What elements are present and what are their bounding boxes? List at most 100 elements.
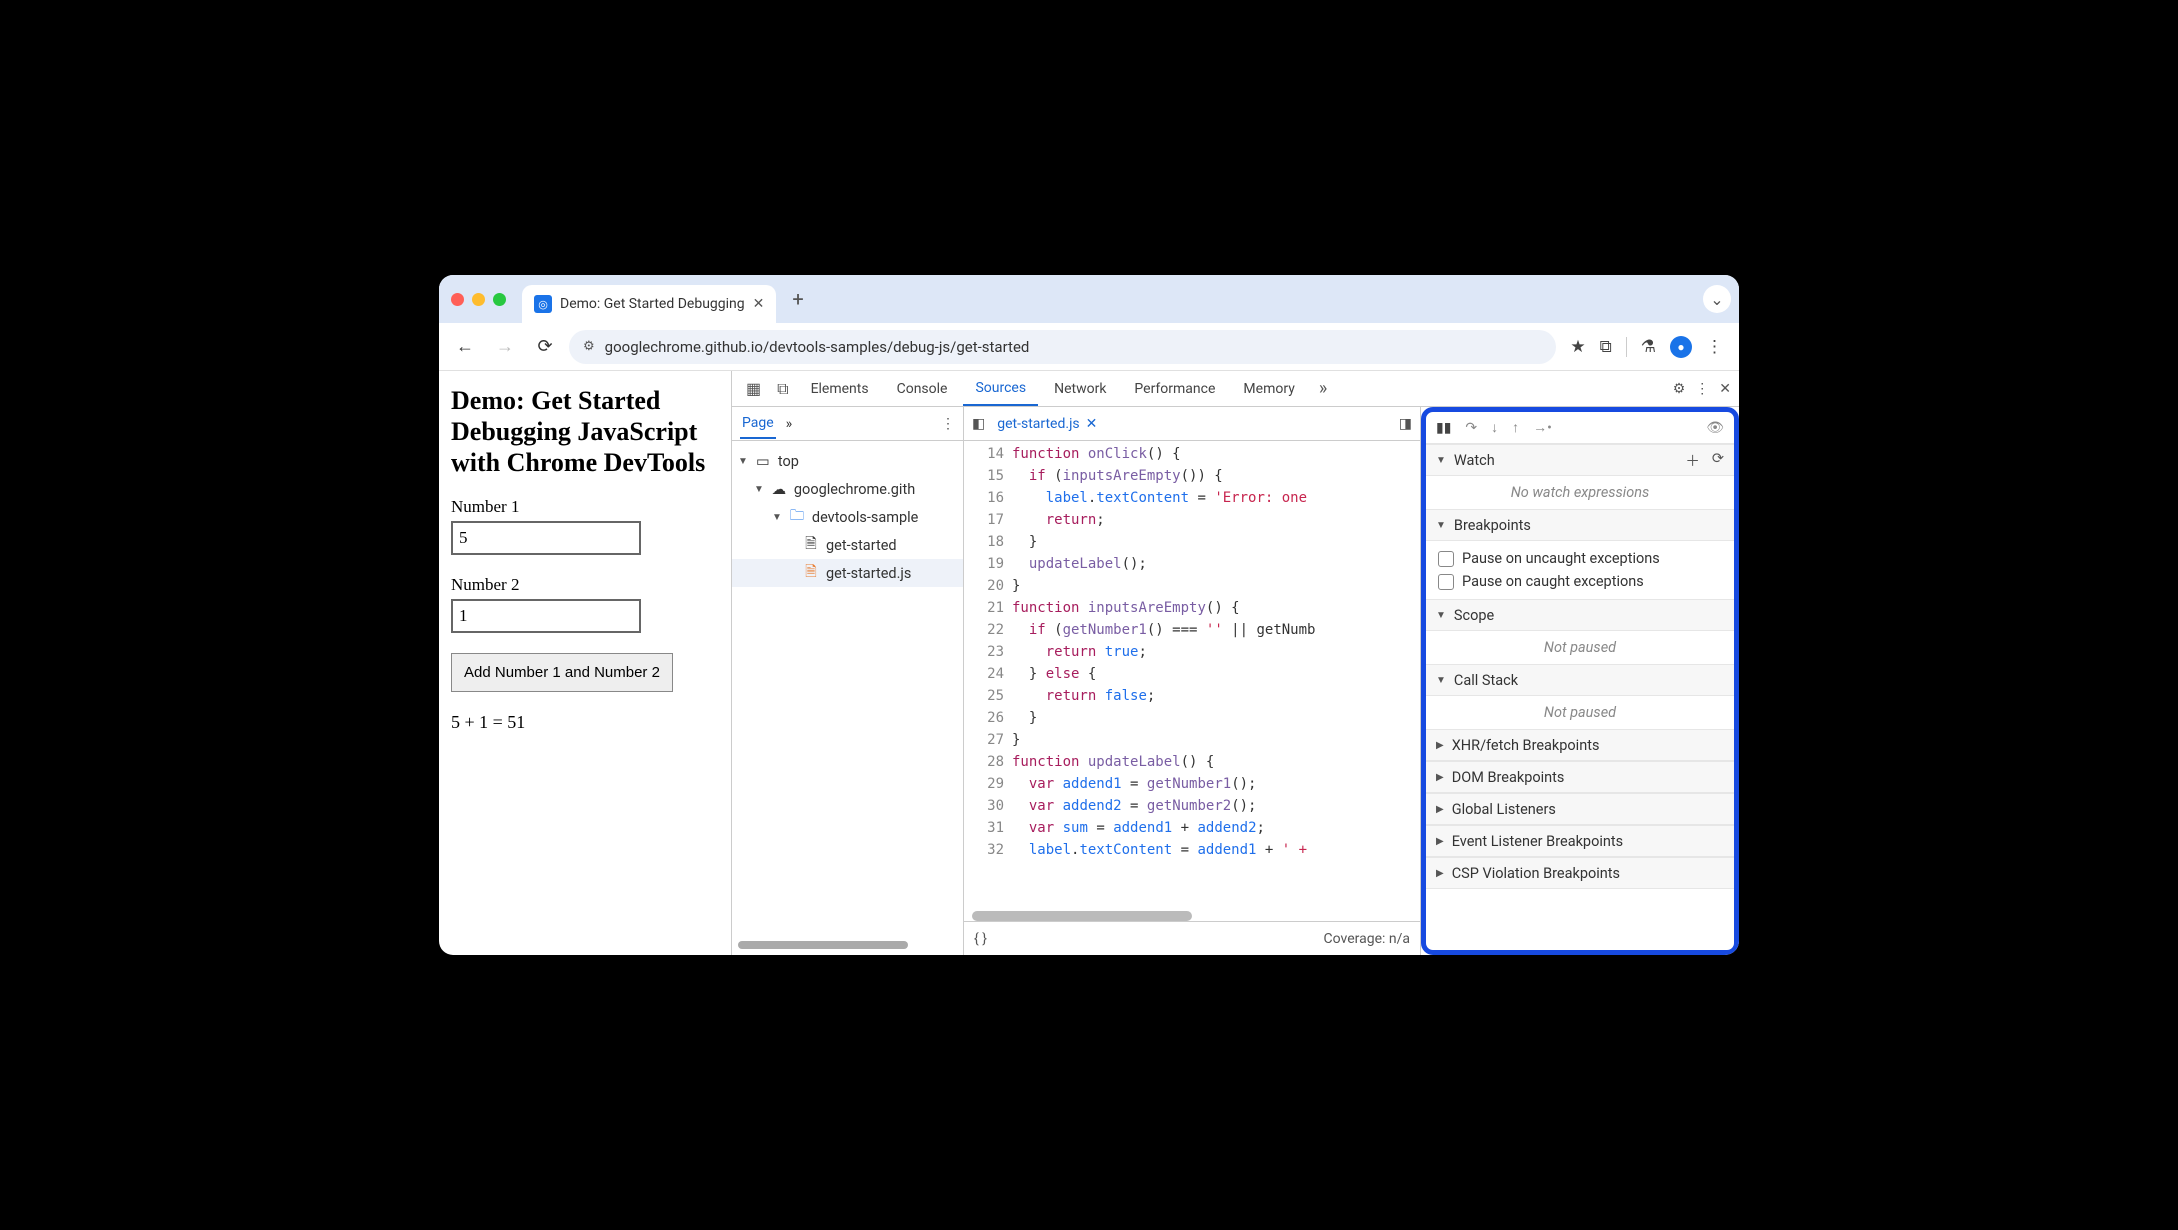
step-out-icon[interactable]: ↑ <box>1512 419 1519 436</box>
chevron-right-icon: ▶ <box>1436 868 1444 879</box>
collapsed-section[interactable]: ▶ CSP Violation Breakpoints <box>1426 857 1734 889</box>
navigator-menu-icon[interactable]: ⋮ <box>941 416 955 432</box>
tree-folder[interactable]: ▼ 🗀 devtools-sample <box>732 503 963 531</box>
collapsed-section[interactable]: ▶Global Listeners <box>1426 793 1734 825</box>
devtools-menu-icon[interactable]: ⋮ <box>1695 381 1709 397</box>
chevron-down-icon: ▼ <box>1436 675 1446 686</box>
tab-sources[interactable]: Sources <box>963 372 1038 406</box>
tab-performance[interactable]: Performance <box>1122 373 1227 405</box>
add-button[interactable]: Add Number 1 and Number 2 <box>451 653 673 692</box>
pause-caught-checkbox[interactable]: Pause on caught exceptions <box>1438 570 1722 593</box>
address-bar: ← → ⟳ ⚙ googlechrome.github.io/devtools-… <box>439 323 1739 371</box>
pause-caught-label: Pause on caught exceptions <box>1462 573 1644 590</box>
folder-icon: 🗀 <box>788 508 806 526</box>
navigator-tab-page[interactable]: Page <box>740 409 776 439</box>
section-title: CSP Violation Breakpoints <box>1452 865 1620 882</box>
toggle-debugger-icon[interactable]: ◨ <box>1399 416 1412 432</box>
section-title: XHR/fetch Breakpoints <box>1452 737 1600 754</box>
scope-header[interactable]: ▼ Scope <box>1426 599 1734 631</box>
collapsed-section[interactable]: ▶ XHR/fetch Breakpoints <box>1426 729 1734 761</box>
step-into-icon[interactable]: ↓ <box>1491 419 1498 436</box>
chevron-right-icon: ▶ <box>1436 740 1444 751</box>
watch-header[interactable]: ▼ Watch ＋ ⟳ <box>1426 444 1734 476</box>
bookmark-star-icon[interactable]: ★ <box>1570 337 1585 357</box>
back-button[interactable]: ← <box>449 331 481 363</box>
window-maximize[interactable] <box>493 293 506 306</box>
editor-pane: ◧ get-started.js ✕ ◨ 14 15 16 17 18 19 2… <box>964 407 1421 955</box>
labs-icon[interactable]: ⚗ <box>1641 337 1656 357</box>
breakpoints-header[interactable]: ▼ Breakpoints <box>1426 509 1734 541</box>
input-number-1[interactable] <box>451 521 641 555</box>
scope-title: Scope <box>1454 607 1494 624</box>
forward-button[interactable]: → <box>489 331 521 363</box>
collapsed-section[interactable]: ▶ DOM Breakpoints <box>1426 761 1734 793</box>
toggle-navigator-icon[interactable]: ◧ <box>972 416 985 432</box>
refresh-watch-icon[interactable]: ⟳ <box>1712 450 1724 471</box>
input-number-2[interactable] <box>451 599 641 633</box>
tree-top[interactable]: ▼ ▭ top <box>732 447 963 475</box>
window-close[interactable] <box>451 293 464 306</box>
tree-file-js[interactable]: 🗎 get-started.js <box>732 559 963 587</box>
checkbox-icon <box>1438 574 1454 590</box>
tab-memory[interactable]: Memory <box>1231 373 1306 405</box>
chevron-right-icon: ▶ <box>1436 772 1444 783</box>
chevron-right-icon: ▶ <box>1436 804 1444 815</box>
pause-icon[interactable]: ▮▮ <box>1436 420 1451 436</box>
chevron-down-icon: ▼ <box>1436 520 1446 531</box>
tree-domain[interactable]: ▼ ☁ googlechrome.gith <box>732 475 963 503</box>
disclosure-triangle-icon: ▼ <box>772 512 782 523</box>
omnibox[interactable]: ⚙ googlechrome.github.io/devtools-sample… <box>569 330 1556 364</box>
device-toolbar-icon[interactable]: ⧉ <box>771 379 794 399</box>
browser-tab[interactable]: ◎ Demo: Get Started Debugging ✕ <box>522 285 776 323</box>
tree-domain-label: googlechrome.gith <box>794 481 915 498</box>
code-editor[interactable]: 14 15 16 17 18 19 20 21 22 23 24 25 26 2… <box>964 441 1420 911</box>
tab-title: Demo: Get Started Debugging <box>560 296 745 312</box>
devtools-close-icon[interactable]: ✕ <box>1719 381 1731 397</box>
tab-overflow-button[interactable]: ⌄ <box>1703 285 1731 313</box>
navigator-scrollbar[interactable] <box>738 941 908 949</box>
editor-tab-file[interactable]: get-started.js ✕ <box>997 416 1097 432</box>
tree-file-html-label: get-started <box>826 537 897 554</box>
navigator-overflow-icon[interactable]: » <box>786 416 793 432</box>
pause-uncaught-label: Pause on uncaught exceptions <box>1462 550 1660 567</box>
devtools: ▦ ⧉ Elements Console Sources Network Per… <box>732 371 1739 955</box>
settings-gear-icon[interactable]: ⚙ <box>1673 381 1686 397</box>
callstack-header[interactable]: ▼ Call Stack <box>1426 664 1734 696</box>
add-watch-icon[interactable]: ＋ <box>1685 450 1700 471</box>
section-title: Event Listener Breakpoints <box>1452 833 1623 850</box>
extensions-icon[interactable]: ⧉ <box>1600 337 1612 357</box>
deactivate-breakpoints-icon[interactable]: 👁 <box>1706 420 1724 436</box>
tree-file-html[interactable]: 🗎 get-started <box>732 531 963 559</box>
breakpoints-title: Breakpoints <box>1454 517 1531 534</box>
file-tree: ▼ ▭ top ▼ ☁ googlechrome.gith ▼ 🗀 d <box>732 441 963 593</box>
pause-uncaught-checkbox[interactable]: Pause on uncaught exceptions <box>1438 547 1722 570</box>
site-settings-icon[interactable]: ⚙ <box>583 339 595 354</box>
tab-elements[interactable]: Elements <box>799 373 881 405</box>
tab-console[interactable]: Console <box>885 373 960 405</box>
pretty-print-icon[interactable]: { } <box>974 931 987 947</box>
step-over-icon[interactable]: ↷ <box>1465 420 1477 436</box>
new-tab-button[interactable]: + <box>784 287 811 311</box>
inspect-element-icon[interactable]: ▦ <box>740 379 767 398</box>
tabs-overflow-icon[interactable]: » <box>1311 378 1335 399</box>
window-minimize[interactable] <box>472 293 485 306</box>
step-icon[interactable]: →• <box>1533 419 1552 436</box>
editor-tab-close-icon[interactable]: ✕ <box>1086 416 1098 432</box>
editor-scrollbar[interactable] <box>972 911 1192 921</box>
collapsed-section[interactable]: ▶Event Listener Breakpoints <box>1426 825 1734 857</box>
debugger-toolbar: ▮▮ ↷ ↓ ↑ →• 👁 <box>1426 412 1734 444</box>
favicon-icon: ◎ <box>534 295 552 313</box>
tab-network[interactable]: Network <box>1042 373 1118 405</box>
browser-menu-icon[interactable]: ⋮ <box>1706 337 1723 357</box>
disclosure-triangle-icon: ▼ <box>754 484 764 495</box>
page-heading: Demo: Get Started Debugging JavaScript w… <box>451 385 719 479</box>
navigator-pane: Page » ⋮ ▼ ▭ top ▼ ☁ googlechro <box>732 407 964 955</box>
url-text: googlechrome.github.io/devtools-samples/… <box>605 338 1030 356</box>
window-icon: ▭ <box>754 452 772 470</box>
section-title: DOM Breakpoints <box>1452 769 1565 786</box>
profile-avatar[interactable]: ● <box>1670 336 1692 358</box>
tree-file-js-label: get-started.js <box>826 565 911 582</box>
close-tab-icon[interactable]: ✕ <box>753 296 765 312</box>
editor-tab-label: get-started.js <box>997 416 1079 432</box>
reload-button[interactable]: ⟳ <box>529 331 561 363</box>
